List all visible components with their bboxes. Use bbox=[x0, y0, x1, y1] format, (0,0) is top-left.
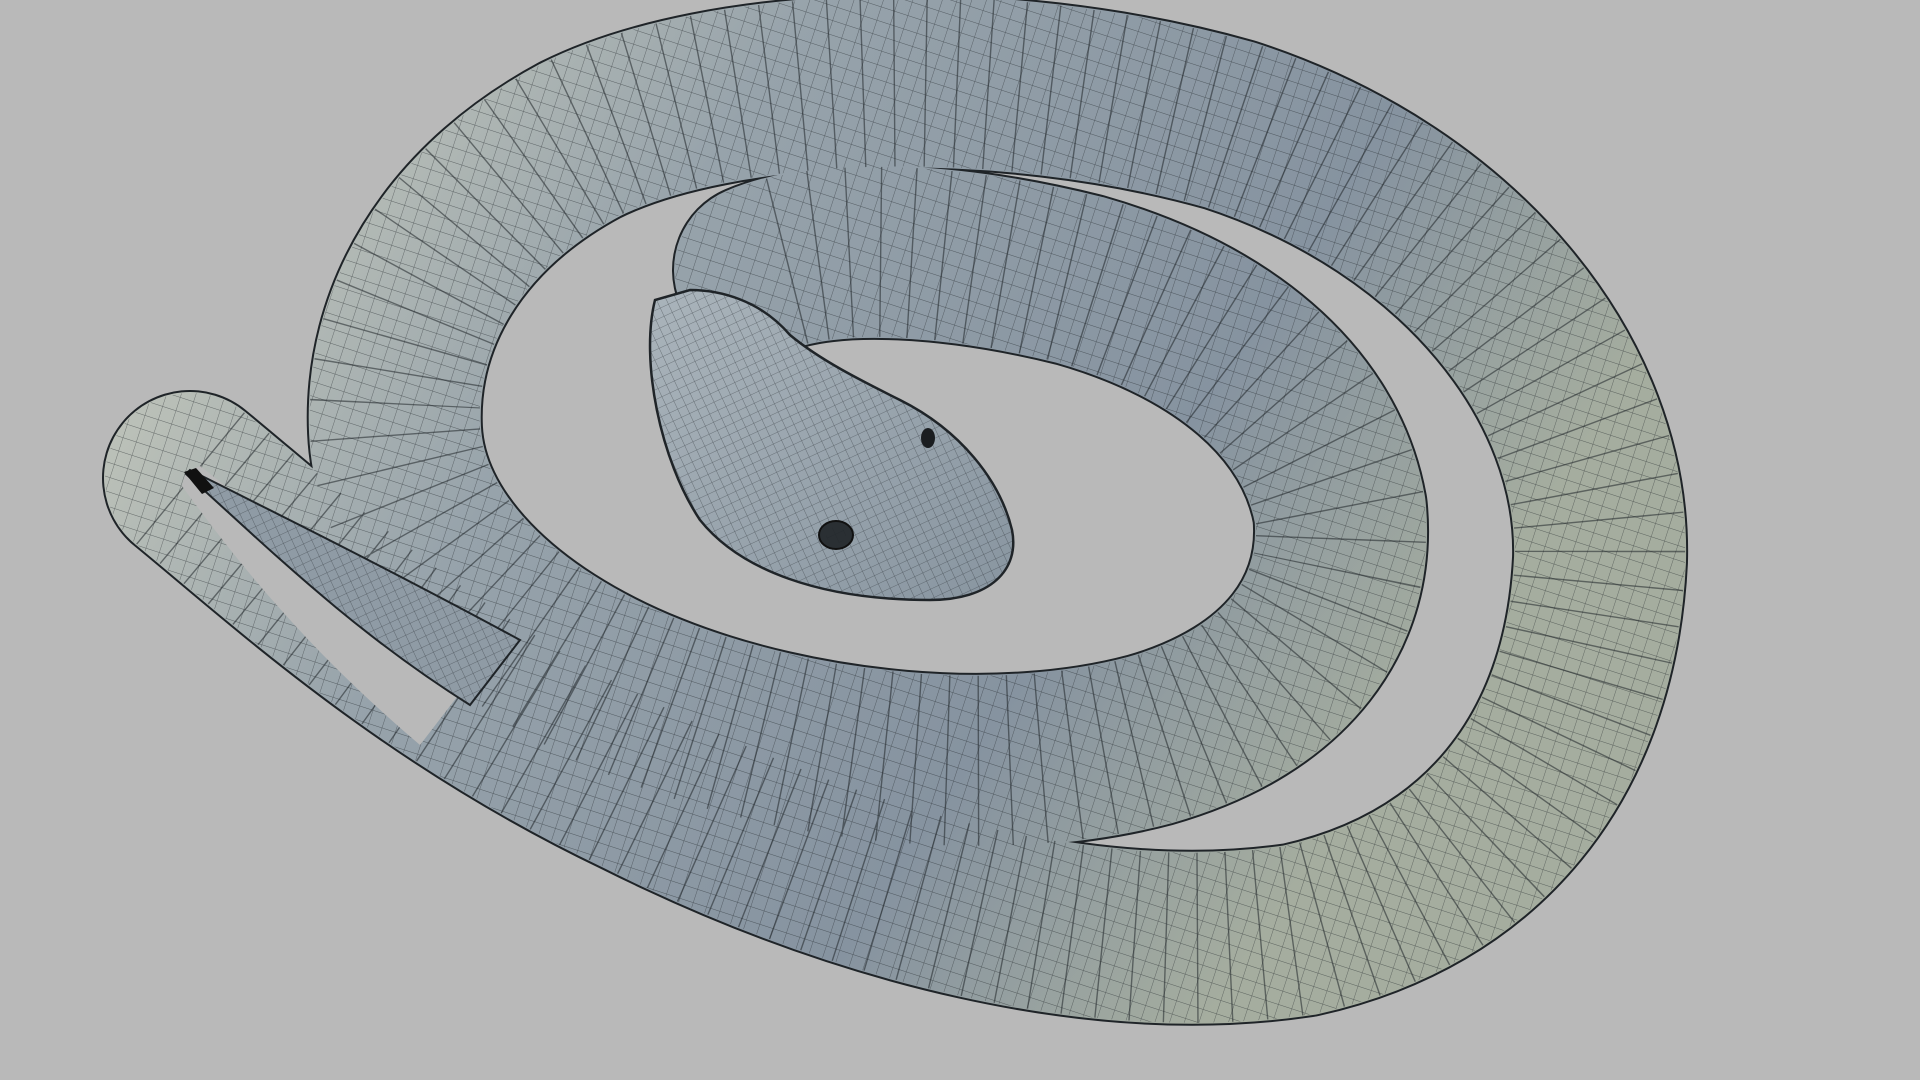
render-viewport bbox=[0, 0, 1920, 1080]
snake-render bbox=[102, 0, 1689, 1026]
eye-right bbox=[921, 428, 935, 448]
